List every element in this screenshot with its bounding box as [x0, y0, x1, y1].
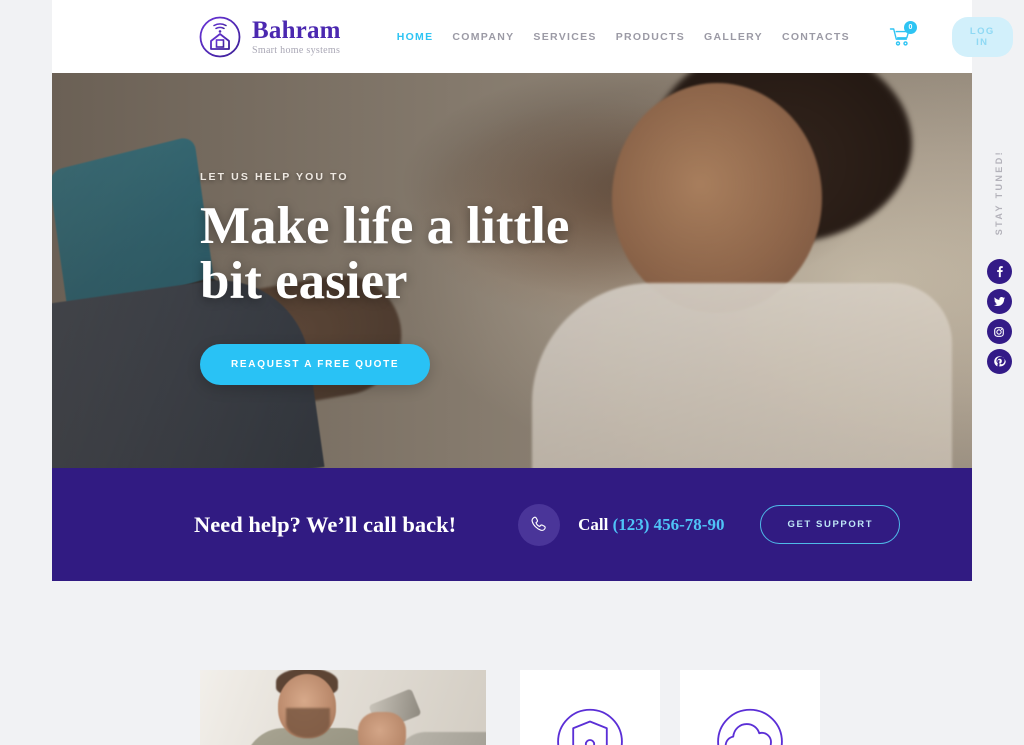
callback-actions: Call (123) 456-78-90 GET SUPPORT [518, 503, 901, 546]
feature-card-cloud[interactable] [680, 670, 820, 745]
stay-tuned-label: STAY TUNED! [994, 150, 1004, 236]
smart-home-wifi-icon [198, 15, 242, 59]
brand-name: Bahram [252, 16, 341, 44]
twitter-icon[interactable] [986, 289, 1012, 315]
cloud-icon [717, 708, 783, 745]
nav-item-gallery[interactable]: GALLERY [704, 31, 763, 43]
nav-item-contacts[interactable]: CONTACTS [782, 31, 850, 43]
nav-item-company[interactable]: COMPANY [452, 31, 514, 43]
cart-badge: 0 [903, 20, 917, 34]
site-container: Bahram Smart home systems HOME COMPANY S… [52, 0, 1013, 745]
brand-logo[interactable]: Bahram Smart home systems [198, 15, 341, 59]
feature-card-security[interactable] [520, 670, 660, 745]
get-support-button[interactable]: GET SUPPORT [760, 505, 901, 544]
phone-handset-icon [518, 503, 561, 546]
nav-item-products[interactable]: PRODUCTS [616, 31, 685, 43]
social-rail: STAY TUNED! [976, 150, 1022, 379]
hero-eyebrow: LET US HELP YOU TO [200, 171, 349, 183]
login-button[interactable]: LOG IN [951, 16, 1013, 57]
hero-content: LET US HELP YOU TO Make life a little bi… [200, 171, 620, 386]
facebook-icon[interactable] [986, 259, 1012, 285]
shield-lock-icon [557, 708, 623, 745]
features-section [52, 581, 972, 745]
shopping-cart-icon[interactable]: 0 [889, 20, 917, 48]
brand-tagline: Smart home systems [252, 44, 341, 56]
page-root: Bahram Smart home systems HOME COMPANY S… [0, 0, 1024, 745]
instagram-icon[interactable] [986, 319, 1012, 345]
pinterest-icon[interactable] [986, 349, 1012, 375]
hero-title: Make life a little bit easier [200, 197, 570, 310]
call-prefix-label: Call [578, 514, 609, 534]
phone-number[interactable]: (123) 456-78-90 [613, 515, 725, 534]
hero-section: LET US HELP YOU TO Make life a little bi… [52, 73, 972, 468]
callback-band: Need help? We’ll call back! Call (123) 4… [52, 468, 972, 581]
feature-photo [200, 670, 486, 745]
nav-item-home[interactable]: HOME [397, 31, 434, 43]
main-navigation: HOME COMPANY SERVICES PRODUCTS GALLERY C… [397, 16, 1013, 57]
callback-title: Need help? We’ll call back! [194, 511, 457, 537]
nav-item-services[interactable]: SERVICES [533, 31, 596, 43]
callback-phone-text[interactable]: Call (123) 456-78-90 [578, 515, 724, 535]
request-quote-button[interactable]: REAQUEST A FREE QUOTE [200, 344, 431, 386]
site-header: Bahram Smart home systems HOME COMPANY S… [52, 0, 1013, 73]
